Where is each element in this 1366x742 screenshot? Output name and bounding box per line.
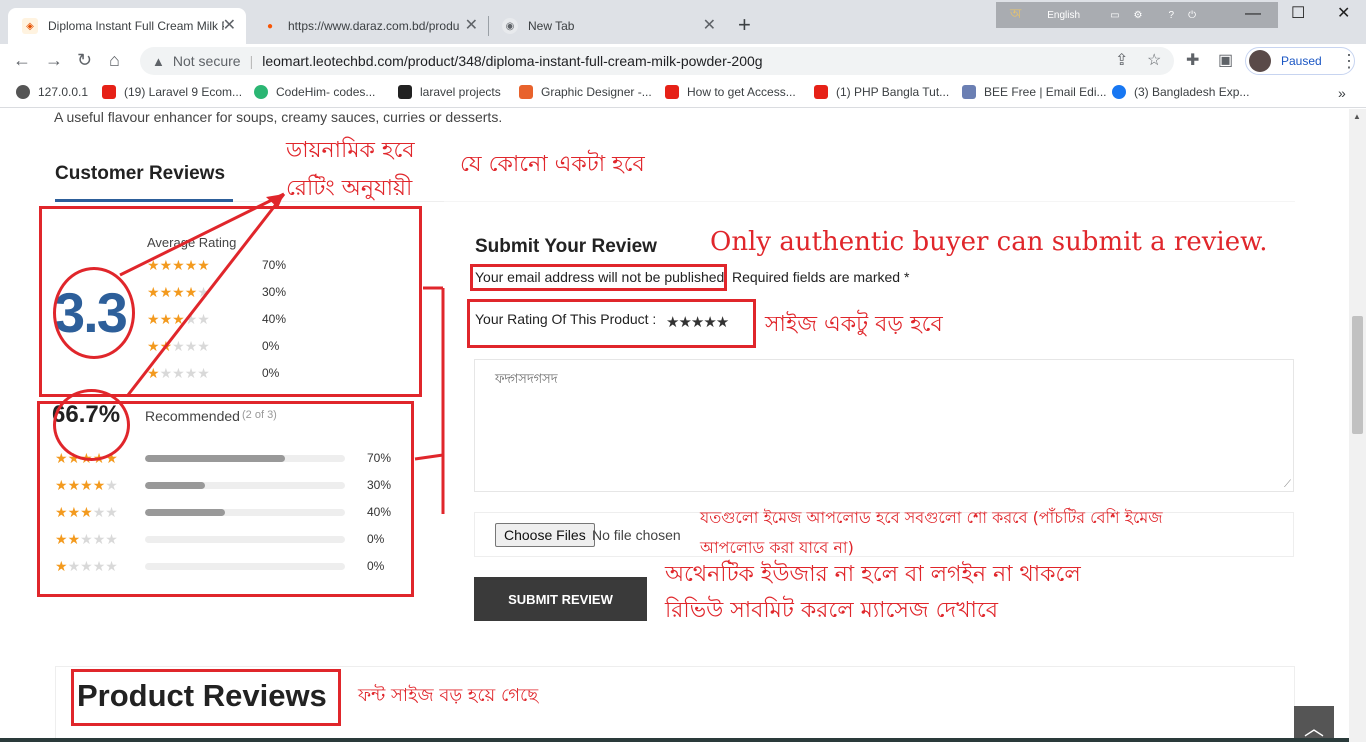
tab-title: Diploma Instant Full Cream Milk P — [48, 19, 224, 33]
annotation-size: সাইজ একটু বড় হবে — [765, 312, 943, 337]
bookmark-item[interactable]: (19) Laravel 9 Ecom... — [102, 85, 242, 99]
side-panel-icon[interactable]: ▣ — [1218, 52, 1233, 70]
bee-icon — [962, 85, 976, 99]
keyboard-icon[interactable]: ▭ — [1110, 10, 1119, 21]
bookmark-label: BEE Free | Email Edi... — [984, 85, 1107, 99]
bookmark-label: CodeHim- codes... — [276, 85, 376, 99]
site-favicon-icon: ◈ — [22, 18, 38, 34]
warning-icon[interactable]: ▲ — [152, 54, 165, 69]
bookmarks-bar: 127.0.0.1 (19) Laravel 9 Ecom... CodeHim… — [0, 78, 1366, 108]
annotation-auth-2: রিভিউ সাবমিট করলে ম্যাসেজ দেখাবে — [665, 598, 998, 623]
codehim-icon — [254, 85, 268, 99]
tab-diploma[interactable]: ◈ Diploma Instant Full Cream Milk P ✕ — [8, 8, 246, 44]
annotation-by-rating: রেটিং অনুযায়ী — [286, 176, 413, 201]
bookmark-item[interactable]: How to get Access... — [665, 85, 796, 99]
daraz-favicon-icon: ● — [266, 20, 274, 32]
profile-status: Paused — [1281, 54, 1322, 68]
annotation-arrows — [119, 192, 445, 514]
bookmark-star-icon[interactable]: ☆ — [1147, 52, 1161, 70]
language-label: English — [1047, 9, 1081, 21]
bookmark-item[interactable]: BEE Free | Email Edi... — [962, 85, 1107, 99]
annotation-authentic: Only authentic buyer can submit a review… — [710, 227, 1268, 257]
bookmark-label: Graphic Designer -... — [541, 85, 652, 99]
extensions-icon[interactable]: ✚ — [1186, 52, 1199, 70]
annotation-auth-1: অথেনটিক ইউজার না হলে বা লগইন না থাকলে — [665, 562, 1081, 587]
youtube-icon — [814, 85, 828, 99]
bookmark-item[interactable]: (1) PHP Bangla Tut... — [814, 85, 949, 99]
annotation-font-big: ফন্ট সাইজ বড় হয়ে গেছে — [358, 685, 539, 706]
tab-strip: ◈ Diploma Instant Full Cream Milk P ✕ ● … — [0, 0, 1366, 44]
settings-icon[interactable]: ⚙ — [1134, 10, 1143, 21]
url-text[interactable]: leomart.leotechbd.com/product/348/diplom… — [262, 53, 762, 69]
annotation-images-1: যতগুলো ইমেজ আপলোড হবে সবগুলো শো করবে (পা… — [700, 508, 1163, 527]
avatar — [1249, 50, 1271, 72]
folder-icon — [398, 85, 412, 99]
share-icon[interactable]: ⇪ — [1115, 52, 1128, 70]
home-icon[interactable]: ⌂ — [109, 50, 120, 70]
menu-icon[interactable]: ⋮ — [1340, 52, 1358, 70]
reload-icon[interactable]: ↻ — [77, 50, 92, 70]
maximize-button[interactable]: ☐ — [1291, 4, 1305, 24]
tab-new[interactable]: ◉ New Tab ✕ — [488, 8, 726, 44]
profile-button[interactable]: Paused — [1245, 47, 1355, 75]
help-icon[interactable]: ? — [1169, 10, 1175, 21]
bookmark-label: (1) PHP Bangla Tut... — [836, 85, 950, 99]
bookmark-label: 127.0.0.1 — [38, 85, 89, 99]
close-icon[interactable]: ✕ — [223, 17, 236, 35]
globe-icon — [16, 85, 30, 99]
bookmark-label: laravel projects — [420, 85, 501, 99]
bookmark-item[interactable]: laravel projects — [398, 85, 501, 99]
annotation-any-one: যে কোনো একটা হবে — [460, 152, 645, 177]
scroll-up-icon[interactable]: ▲ — [1353, 112, 1361, 121]
security-label: Not secure — [172, 53, 241, 69]
omnibox-divider: | — [249, 53, 254, 69]
taskbar-edge — [0, 738, 1349, 742]
bookmark-label: (3) Bangladesh Exp... — [1134, 85, 1250, 99]
tab-daraz[interactable]: ● https://www.daraz.com.bd/produ ✕ — [248, 8, 488, 44]
bookmark-item[interactable]: CodeHim- codes... — [254, 85, 375, 99]
youtube-icon — [665, 85, 679, 99]
designer-icon — [519, 85, 533, 99]
address-bar[interactable]: ▲ Not secure | leomart.leotechbd.com/pro… — [140, 47, 1174, 75]
language-toolbar[interactable]: অ English ▭ ⚙ ? ⏻ — [996, 2, 1278, 28]
bookmark-item[interactable]: (3) Bangladesh Exp... — [1112, 85, 1249, 99]
minimize-button[interactable]: — — [1245, 4, 1261, 24]
annotation-box-email — [470, 264, 727, 291]
annotation-box-title — [71, 669, 341, 726]
tab-title: https://www.daraz.com.bd/produ — [288, 19, 460, 33]
power-icon[interactable]: ⏻ — [1188, 10, 1196, 21]
scrollbar-thumb[interactable] — [1352, 316, 1363, 434]
browser-toolbar: ← → ↻ ⌂ ▲ Not secure | leomart.leotechbd… — [0, 44, 1366, 78]
more-bookmarks-icon[interactable]: » — [1338, 85, 1346, 101]
new-tab-button[interactable]: + — [738, 14, 751, 36]
page-content: A useful flavour enhancer for soups, cre… — [0, 109, 1366, 742]
bookmark-item[interactable]: Graphic Designer -... — [519, 85, 652, 99]
forward-icon[interactable]: → — [45, 50, 63, 70]
facebook-icon — [1112, 85, 1126, 99]
tab-title: New Tab — [528, 19, 575, 33]
close-window-button[interactable]: ✕ — [1337, 4, 1350, 24]
bookmark-label: (19) Laravel 9 Ecom... — [124, 85, 243, 99]
close-icon[interactable]: ✕ — [703, 17, 716, 35]
chrome-icon: ◉ — [502, 18, 518, 34]
bookmark-label: How to get Access... — [687, 85, 796, 99]
back-icon[interactable]: ← — [13, 50, 31, 70]
close-icon[interactable]: ✕ — [465, 17, 478, 35]
avro-icon: অ — [1010, 5, 1022, 21]
annotation-box-rating-input — [467, 299, 756, 348]
bookmark-item[interactable]: 127.0.0.1 — [16, 85, 88, 99]
annotation-dynamic: ডায়নামিক হবে — [286, 138, 415, 163]
youtube-icon — [102, 85, 116, 99]
